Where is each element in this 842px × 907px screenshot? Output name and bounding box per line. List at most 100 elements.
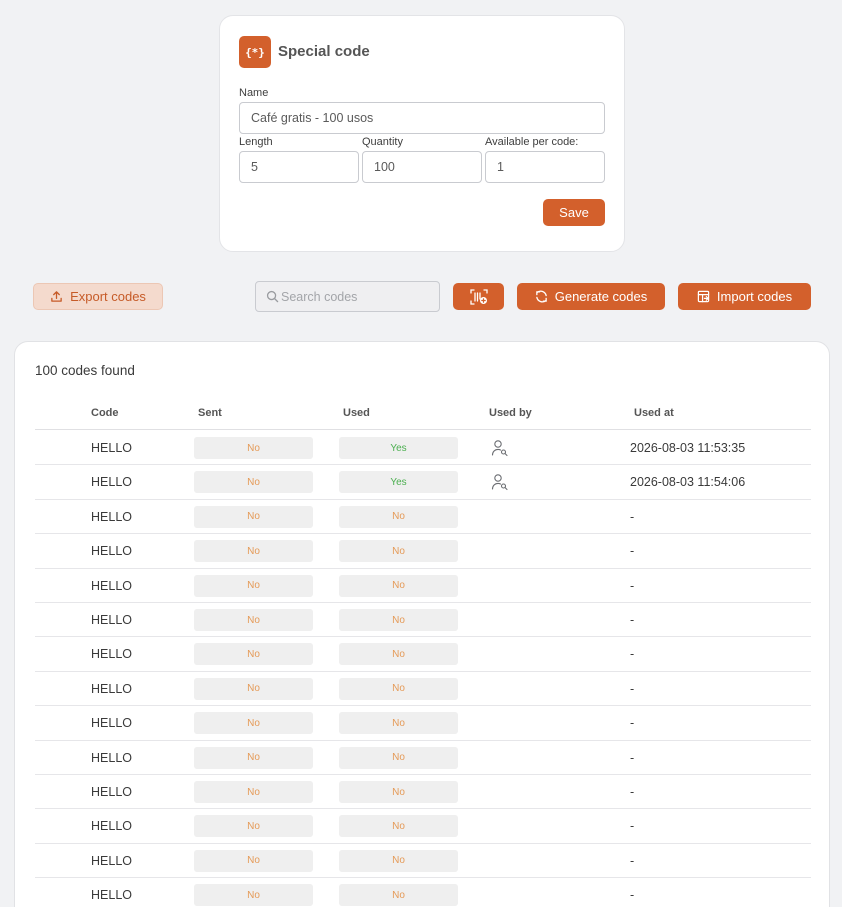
sent-badge: No — [194, 540, 313, 563]
used-badge: No — [339, 643, 458, 666]
sent-badge: No — [194, 643, 313, 666]
code-cell: HELLO — [91, 647, 132, 662]
sent-badge: No — [194, 471, 313, 494]
used-badge: No — [339, 884, 458, 907]
code-cell: HELLO — [91, 578, 132, 593]
table-row[interactable]: HELLO No No - — [35, 500, 811, 535]
used-badge: Yes — [339, 437, 458, 459]
used-badge: No — [339, 849, 458, 872]
quantity-label: Quantity — [362, 136, 403, 148]
table-row[interactable]: HELLO No No - — [35, 637, 811, 672]
sent-badge: No — [194, 746, 313, 769]
sent-badge: No — [194, 609, 313, 631]
import-codes-button[interactable]: Import codes — [678, 283, 811, 310]
used-at-cell: - — [630, 785, 635, 799]
used-badge: No — [339, 746, 458, 769]
table-row[interactable]: HELLO No Yes 2026-08-03 11:53:35 — [35, 431, 811, 466]
table-row[interactable]: HELLO No No - — [35, 741, 811, 775]
code-cell: HELLO — [91, 888, 132, 903]
sent-badge: No — [194, 677, 313, 700]
code-cell: HELLO — [91, 785, 132, 799]
sent-badge: No — [194, 815, 313, 838]
table-row[interactable]: HELLO No No - — [35, 534, 811, 569]
table-row[interactable]: HELLO No No - — [35, 878, 811, 907]
used-at-cell: - — [630, 853, 635, 868]
search-icon — [266, 290, 279, 303]
used-at-cell: 2026-08-03 11:54:06 — [630, 475, 746, 490]
table-row[interactable]: HELLO No No - — [35, 603, 811, 638]
scan-add-icon — [469, 288, 488, 305]
code-cell: HELLO — [91, 441, 132, 455]
used-badge: Yes — [339, 471, 458, 494]
used-at-cell: - — [630, 647, 635, 662]
sent-badge: No — [194, 574, 313, 597]
user-search-icon[interactable] — [491, 439, 509, 462]
export-codes-label: Export codes — [70, 289, 146, 304]
table-row[interactable]: HELLO No No - — [35, 672, 811, 707]
name-label: Name — [239, 87, 269, 99]
used-at-cell: - — [630, 750, 635, 765]
sent-badge: No — [194, 437, 313, 459]
used-at-cell: - — [630, 544, 635, 559]
scan-code-button[interactable] — [453, 283, 504, 310]
used-badge: No — [339, 574, 458, 597]
special-code-card: {*} Special code Name Length Quantity Av… — [219, 15, 625, 252]
export-codes-button[interactable]: Export codes — [33, 283, 163, 310]
import-table-icon — [697, 290, 710, 303]
used-at-cell: - — [630, 578, 635, 593]
table-header: Code Sent Used Used by Used at — [35, 402, 811, 430]
used-badge: No — [339, 609, 458, 631]
code-cell: HELLO — [91, 681, 132, 696]
column-used-at: Used at — [634, 407, 674, 419]
name-field[interactable] — [239, 102, 605, 134]
code-cell: HELLO — [91, 509, 132, 524]
search-input[interactable] — [281, 282, 436, 311]
used-badge: No — [339, 712, 458, 735]
used-at-cell: 2026-08-03 11:53:35 — [630, 441, 746, 455]
import-codes-label: Import codes — [716, 289, 793, 304]
sent-badge: No — [194, 781, 313, 803]
available-per-code-label: Available per code: — [485, 136, 579, 148]
used-at-cell: - — [630, 888, 635, 903]
code-cell: HELLO — [91, 716, 132, 731]
used-badge: No — [339, 815, 458, 838]
used-badge: No — [339, 677, 458, 700]
code-cell: HELLO — [91, 819, 132, 834]
sent-badge: No — [194, 712, 313, 735]
used-at-cell: - — [630, 819, 635, 834]
table-row[interactable]: HELLO No No - — [35, 569, 811, 603]
column-used-by: Used by — [489, 407, 532, 419]
card-title: Special code — [278, 43, 370, 60]
refresh-icon — [535, 290, 547, 303]
save-button[interactable]: Save — [543, 199, 605, 226]
table-row[interactable]: HELLO No No - — [35, 706, 811, 741]
column-sent: Sent — [198, 407, 222, 419]
used-at-cell: - — [630, 509, 635, 524]
table-row[interactable]: HELLO No No - — [35, 844, 811, 879]
table-row[interactable]: HELLO No No - — [35, 809, 811, 844]
search-box[interactable] — [255, 281, 440, 312]
code-cell: HELLO — [91, 750, 132, 765]
sent-badge: No — [194, 849, 313, 872]
length-field[interactable] — [239, 151, 359, 183]
used-at-cell: - — [630, 681, 635, 696]
user-search-icon[interactable] — [491, 473, 509, 496]
table-row[interactable]: HELLO No No - — [35, 775, 811, 810]
upload-icon — [51, 291, 62, 302]
code-cell: HELLO — [91, 544, 132, 559]
length-label: Length — [239, 136, 273, 148]
code-cell: HELLO — [91, 613, 132, 627]
code-cell: HELLO — [91, 475, 132, 490]
codes-panel: 100 codes found Code Sent Used Used by U… — [14, 341, 830, 907]
codes-found-count: 100 codes found — [35, 363, 135, 378]
sent-badge: No — [194, 884, 313, 907]
available-per-code-field[interactable] — [485, 151, 605, 183]
used-badge: No — [339, 540, 458, 563]
column-code: Code — [91, 407, 119, 419]
column-used: Used — [343, 407, 370, 419]
table-row[interactable]: HELLO No Yes 2026-08-03 11:54:06 — [35, 465, 811, 500]
generate-codes-button[interactable]: Generate codes — [517, 283, 665, 310]
quantity-field[interactable] — [362, 151, 482, 183]
used-at-cell: - — [630, 613, 635, 627]
used-badge: No — [339, 505, 458, 528]
